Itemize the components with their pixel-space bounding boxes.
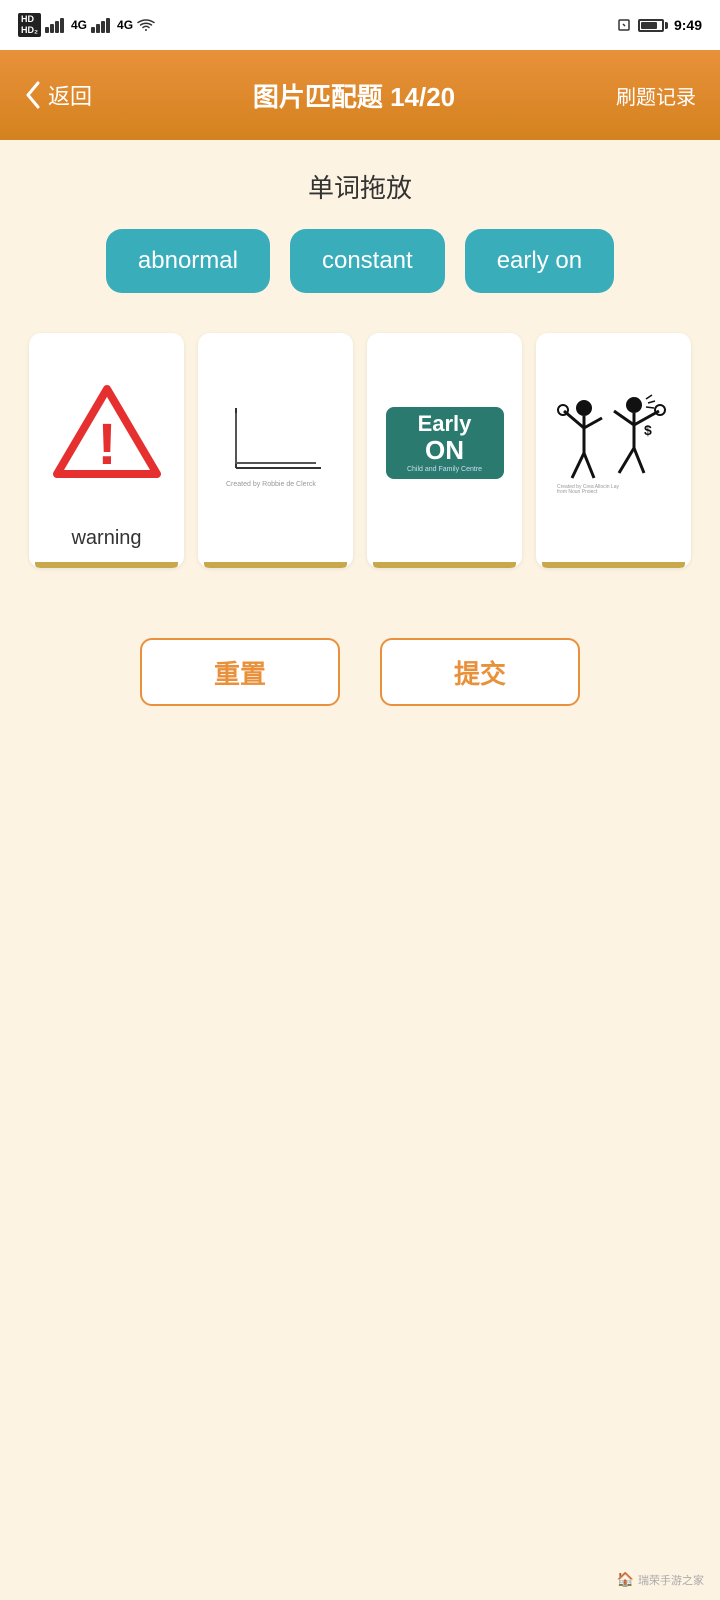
card-warning[interactable]: ! warning bbox=[29, 333, 184, 568]
record-button[interactable]: 刷题记录 bbox=[616, 81, 696, 110]
home-icon: 🏠 bbox=[617, 1571, 634, 1588]
early-on-logo: Early ON Child and Family Centre bbox=[386, 407, 504, 479]
hd-badge: HDHD₂ bbox=[18, 13, 41, 37]
reset-button[interactable]: 重置 bbox=[140, 638, 340, 706]
section-title: 单词拖放 bbox=[0, 140, 720, 229]
chip-early-on[interactable]: early on bbox=[465, 229, 614, 293]
rotation-icon bbox=[616, 17, 632, 33]
svg-text:$: $ bbox=[644, 422, 652, 438]
on-text: ON bbox=[425, 437, 464, 463]
chip-abnormal[interactable]: abnormal bbox=[106, 229, 270, 293]
signal-icon bbox=[45, 17, 67, 33]
warning-triangle-icon: ! bbox=[52, 384, 162, 479]
footer-watermark: 🏠 瑞荣手游之家 bbox=[617, 1571, 704, 1588]
card-warning-bar bbox=[35, 562, 178, 568]
signal-icon2 bbox=[91, 17, 113, 33]
status-right: 9:49 bbox=[616, 17, 702, 33]
back-button[interactable]: 返回 bbox=[24, 79, 92, 111]
early-text: Early bbox=[418, 412, 472, 436]
content: 单词拖放 abnormal constant early on ! bbox=[0, 140, 720, 1600]
submit-button[interactable]: 提交 bbox=[380, 638, 580, 706]
svg-text:from Noun Project: from Noun Project bbox=[557, 489, 598, 493]
card-graph-image: Created by Robbie de Clerck from Noun Pr… bbox=[204, 343, 347, 542]
word-chips-container: abnormal constant early on bbox=[0, 229, 720, 323]
action-buttons: 重置 提交 bbox=[0, 598, 720, 736]
card-earlyon-image: Early ON Child and Family Centre bbox=[373, 343, 516, 542]
chip-constant[interactable]: constant bbox=[290, 229, 445, 293]
stick-figures-icon: $ Created by Crea Allocin Lay from Noun … bbox=[554, 393, 674, 493]
battery-icon bbox=[638, 19, 668, 32]
early-on-subtitle: Child and Family Centre bbox=[407, 466, 482, 473]
4g-label2: 4G bbox=[117, 18, 133, 32]
svg-text:Created by Robbie de Clerck: Created by Robbie de Clerck bbox=[226, 481, 316, 488]
card-stickfig-bar bbox=[542, 562, 685, 568]
graph-icon: Created by Robbie de Clerck from Noun Pr… bbox=[221, 398, 331, 488]
page-title: 图片匹配题 14/20 bbox=[253, 77, 455, 114]
back-icon bbox=[24, 81, 42, 109]
4g-label: 4G bbox=[71, 18, 87, 32]
watermark-text: 瑞荣手游之家 bbox=[638, 1572, 704, 1588]
svg-text:!: ! bbox=[97, 412, 116, 477]
card-graph[interactable]: Created by Robbie de Clerck from Noun Pr… bbox=[198, 333, 353, 568]
status-bar: HDHD₂ 4G 4G bbox=[0, 0, 720, 50]
cards-grid: ! warning Created by Robbie de Clerck bbox=[0, 323, 720, 598]
card-earlyon[interactable]: Early ON Child and Family Centre bbox=[367, 333, 522, 568]
back-label: 返回 bbox=[48, 79, 92, 111]
card-warning-label: warning bbox=[71, 519, 141, 560]
time-display: 9:49 bbox=[674, 17, 702, 33]
status-left: HDHD₂ 4G 4G bbox=[18, 13, 155, 37]
card-warning-image: ! bbox=[35, 343, 178, 519]
header: 返回 图片匹配题 14/20 刷题记录 bbox=[0, 50, 720, 140]
card-graph-bar bbox=[204, 562, 347, 568]
card-stickfig[interactable]: $ Created by Crea Allocin Lay from Noun … bbox=[536, 333, 691, 568]
card-stickfig-image: $ Created by Crea Allocin Lay from Noun … bbox=[542, 343, 685, 542]
wifi-icon bbox=[137, 18, 155, 32]
card-earlyon-bar bbox=[373, 562, 516, 568]
